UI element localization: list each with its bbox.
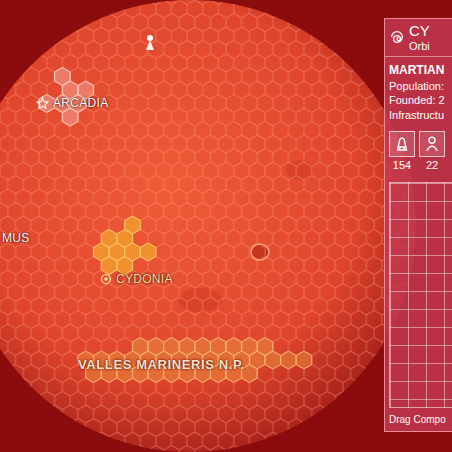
region-name: CYDONIA [116,272,173,286]
region-hexes[interactable] [78,338,312,383]
game-screen: ARCADIA CYDONIA MUS VALLES MARINERIS N.P. C… [0,0,452,452]
info-field: Infrastructu [389,108,448,123]
drag-hint: Drag Compo [385,408,452,431]
star-icon [36,97,49,110]
colonist-icon [423,135,441,153]
stat-box[interactable] [389,131,415,157]
region-label[interactable]: VALLES MARINERIS N.P. [78,357,245,373]
region-name: MUS [2,231,30,245]
swirl-icon [389,29,405,45]
section-heading: MARTIAN [389,61,448,79]
colony-panel: CYOrbi MARTIANPopulation:Founded: 2Infras… [384,18,452,432]
region-name: ARCADIA [53,96,108,110]
panel-header: CYOrbi [385,19,452,57]
colony-title: CY [409,23,430,40]
component-grid[interactable] [389,182,452,408]
stat-value: 22 [426,157,438,174]
stat-value: 154 [393,157,411,174]
region-name: VALLES MARINERIS N.P. [78,357,245,373]
info-field: Founded: 2 [389,93,448,108]
region-label[interactable]: MUS [2,231,30,245]
stat-item[interactable]: 154 [389,131,415,174]
info-field: Population: [389,79,448,94]
colony-subtitle: Orbi [409,40,430,52]
region-hexes[interactable] [94,216,156,275]
region-label[interactable]: CYDONIA [100,272,173,286]
stat-box[interactable] [419,131,445,157]
colony-icon [100,273,112,285]
region-label[interactable]: ARCADIA [36,96,108,110]
stat-item[interactable]: 22 [419,131,445,174]
habitat-icon [393,135,411,153]
